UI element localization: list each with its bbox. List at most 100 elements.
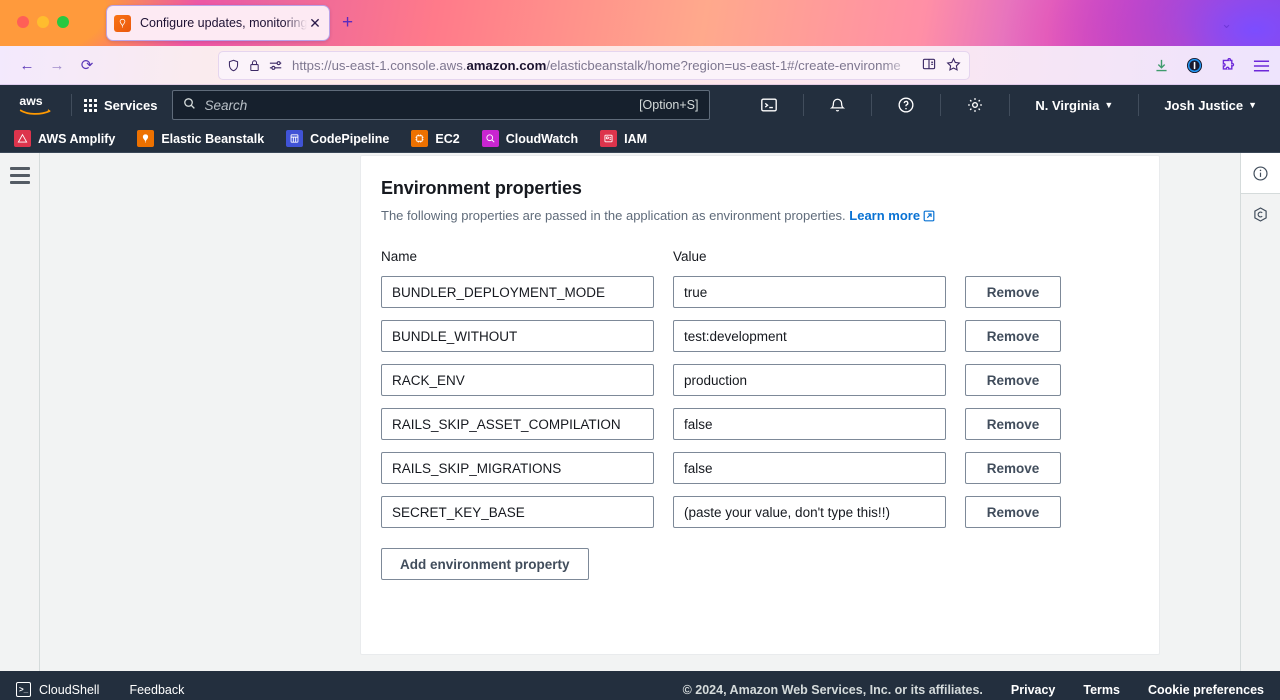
url-domain: amazon.com xyxy=(466,58,547,73)
bookmark-star-icon[interactable] xyxy=(946,56,961,75)
address-bar[interactable]: https://us-east-1.console.aws.amazon.com… xyxy=(218,51,970,80)
cloudshell-icon[interactable] xyxy=(747,96,791,114)
shortcut-cloudwatch[interactable]: CloudWatch xyxy=(481,130,579,147)
footer-cloudshell-label: CloudShell xyxy=(39,682,100,697)
property-value-input[interactable]: production xyxy=(673,364,946,396)
region-label: N. Virginia xyxy=(1035,97,1100,113)
environment-properties-panel: Environment properties The following pro… xyxy=(360,155,1160,655)
help-question-icon[interactable] xyxy=(884,96,928,114)
footer-link-privacy[interactable]: Privacy xyxy=(1011,683,1055,697)
account-icon[interactable] xyxy=(1186,57,1203,74)
shortcut-ec2[interactable]: EC2 xyxy=(411,130,460,147)
property-row: SECRET_KEY_BASE (paste your value, don't… xyxy=(381,496,1135,528)
services-menu-label: Services xyxy=(104,97,158,113)
property-row: BUNDLE_WITHOUT test:development Remove xyxy=(381,320,1135,352)
permissions-icon[interactable] xyxy=(269,60,283,71)
back-icon[interactable]: ← xyxy=(12,57,42,74)
shortcut-aws-amplify[interactable]: AWS Amplify xyxy=(14,130,115,147)
shortcut-label: AWS Amplify xyxy=(38,131,116,146)
shortcut-label: CodePipeline xyxy=(310,131,390,146)
property-value-input[interactable]: (paste your value, don't type this!!) xyxy=(673,496,946,528)
cloudshell-icon: >_ xyxy=(16,682,31,697)
property-name-input[interactable]: RAILS_SKIP_MIGRATIONS xyxy=(381,452,654,484)
aws-nav-right-group: N. Virginia ▼ Josh Justice ▼ xyxy=(747,85,1270,125)
elastic-beanstalk-icon xyxy=(137,130,155,147)
account-label: Josh Justice xyxy=(1164,97,1244,113)
footer-cloudshell-button[interactable]: >_ CloudShell xyxy=(16,682,99,697)
property-row: RAILS_SKIP_MIGRATIONS false Remove xyxy=(381,452,1135,484)
chevron-down-icon[interactable]: ⌄ xyxy=(1221,16,1232,32)
property-name-input[interactable]: RACK_ENV xyxy=(381,364,654,396)
browser-tab-title: Configure updates, monitoring, xyxy=(140,16,307,30)
remove-property-button[interactable]: Remove xyxy=(965,496,1061,528)
nav-divider xyxy=(940,94,942,116)
panel-description-text: The following properties are passed in t… xyxy=(381,208,846,223)
tab-close-icon[interactable]: ✕ xyxy=(307,15,323,32)
browser-tab-bar: Configure updates, monitoring, ✕ + ⌄ xyxy=(0,0,1280,46)
region-selector[interactable]: N. Virginia ▼ xyxy=(1022,98,1126,113)
lock-icon[interactable] xyxy=(249,59,260,72)
nav-divider xyxy=(871,94,873,116)
extensions-icon[interactable] xyxy=(1220,57,1236,74)
remove-property-button[interactable]: Remove xyxy=(965,320,1061,352)
property-name-input[interactable]: BUNDLER_DEPLOYMENT_MODE xyxy=(381,276,654,308)
new-tab-button[interactable]: + xyxy=(342,13,353,32)
property-row: RAILS_SKIP_ASSET_COMPILATION false Remov… xyxy=(381,408,1135,440)
property-value-input[interactable]: false xyxy=(673,452,946,484)
column-header-name: Name xyxy=(381,249,418,264)
forward-icon[interactable]: → xyxy=(42,57,72,74)
amplify-icon xyxy=(14,130,31,147)
aws-logo-icon[interactable]: aws xyxy=(18,92,59,118)
remove-property-button[interactable]: Remove xyxy=(965,364,1061,396)
shortcuts-hexagon-icon[interactable] xyxy=(1241,194,1280,235)
shortcut-elastic-beanstalk[interactable]: Elastic Beanstalk xyxy=(137,130,264,147)
shield-icon[interactable] xyxy=(227,59,240,72)
navigation-toggle-icon[interactable] xyxy=(9,167,30,184)
column-headers: Name Value xyxy=(381,249,1135,264)
shortcut-label: EC2 xyxy=(435,131,460,146)
footer-link-cookie-preferences[interactable]: Cookie preferences xyxy=(1148,683,1264,697)
info-circle-icon[interactable] xyxy=(1241,153,1280,194)
account-menu[interactable]: Josh Justice ▼ xyxy=(1151,98,1270,113)
remove-property-button[interactable]: Remove xyxy=(965,408,1061,440)
shortcut-label: CloudWatch xyxy=(505,131,579,146)
page-title: Environment properties xyxy=(381,178,582,198)
downloads-icon[interactable] xyxy=(1154,58,1169,73)
shortcut-iam[interactable]: IAM xyxy=(600,130,647,147)
aws-search-input[interactable]: Search [Option+S] xyxy=(171,90,710,120)
footer-link-terms[interactable]: Terms xyxy=(1083,683,1120,697)
learn-more-link[interactable]: Learn more xyxy=(849,208,935,223)
property-name-input[interactable]: RAILS_SKIP_ASSET_COMPILATION xyxy=(381,408,654,440)
main-content-area: Environment properties The following pro… xyxy=(40,153,1280,671)
property-name-input[interactable]: SECRET_KEY_BASE xyxy=(381,496,654,528)
property-row: BUNDLER_DEPLOYMENT_MODE true Remove xyxy=(381,276,1135,308)
shortcut-codepipeline[interactable]: CodePipeline xyxy=(286,130,389,147)
remove-property-button[interactable]: Remove xyxy=(965,452,1061,484)
ec2-icon xyxy=(411,130,429,147)
settings-gear-icon[interactable] xyxy=(953,96,997,114)
remove-property-button[interactable]: Remove xyxy=(965,276,1061,308)
services-menu-button[interactable]: Services xyxy=(84,98,158,113)
app-menu-icon[interactable] xyxy=(1253,59,1270,73)
reader-view-icon[interactable] xyxy=(922,57,936,74)
property-value-input[interactable]: test:development xyxy=(673,320,946,352)
property-row: RACK_ENV production Remove xyxy=(381,364,1135,396)
window-maximize-button[interactable] xyxy=(57,16,69,28)
notifications-bell-icon[interactable] xyxy=(816,97,859,114)
window-close-button[interactable] xyxy=(17,16,29,28)
left-navigation-rail xyxy=(0,153,40,671)
property-name-input[interactable]: BUNDLE_WITHOUT xyxy=(381,320,654,352)
property-value-input[interactable]: true xyxy=(673,276,946,308)
property-value-input[interactable]: false xyxy=(673,408,946,440)
learn-more-label: Learn more xyxy=(849,208,921,223)
elastic-beanstalk-favicon-icon xyxy=(114,14,131,32)
window-minimize-button[interactable] xyxy=(37,16,49,28)
browser-tab[interactable]: Configure updates, monitoring, ✕ xyxy=(106,5,330,41)
reload-icon[interactable]: ⟳ xyxy=(72,56,102,74)
nav-divider xyxy=(1009,94,1011,116)
footer-feedback-link[interactable]: Feedback xyxy=(129,683,184,697)
chevron-down-icon: ▼ xyxy=(1104,100,1114,110)
add-environment-property-button[interactable]: Add environment property xyxy=(381,548,589,580)
cloudwatch-icon xyxy=(481,130,499,147)
footer-copyright: © 2024, Amazon Web Services, Inc. or its… xyxy=(682,682,983,697)
